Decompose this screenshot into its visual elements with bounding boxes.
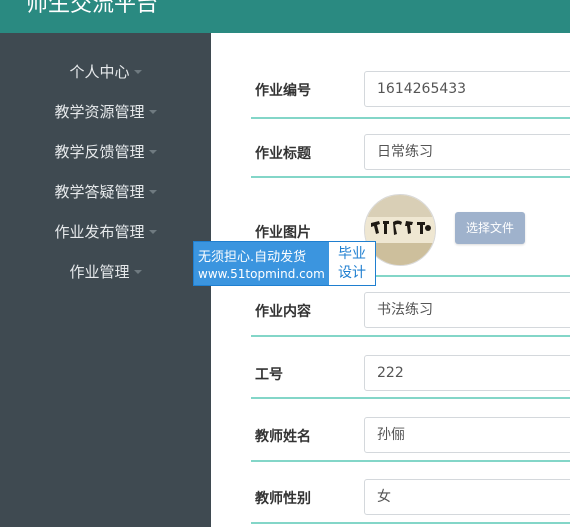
sidebar-item-personal-center[interactable]: 个人中心	[0, 51, 211, 91]
homework-no-label: 作业编号	[255, 83, 311, 99]
teacher-gender-label: 教师性别	[255, 491, 311, 507]
watermark-line1: 无须担心.自动发货	[198, 250, 307, 265]
chevron-down-icon	[148, 189, 157, 194]
sidebar-item-label: 教学反馈管理	[54, 142, 145, 161]
staff-no-label: 工号	[255, 367, 283, 383]
teacher-name-field[interactable]: 孙俪	[364, 417, 570, 453]
sidebar-item-homework-management[interactable]: 作业管理	[0, 251, 211, 291]
row-divider	[251, 117, 570, 119]
sidebar-item-label: 个人中心	[69, 62, 130, 81]
choose-file-button[interactable]: 选择文件	[455, 212, 525, 244]
homework-no-field[interactable]: 1614265433	[364, 71, 570, 107]
row-divider	[251, 460, 570, 462]
watermark-left: 无须担心.自动发货 www.51topmind.com	[194, 242, 329, 285]
chevron-down-icon	[148, 109, 157, 114]
row-divider	[251, 522, 570, 524]
chevron-down-icon	[148, 229, 157, 234]
teacher-gender-field[interactable]: 女	[364, 479, 570, 515]
sidebar-item-feedback-management[interactable]: 教学反馈管理	[0, 131, 211, 171]
row-divider	[251, 397, 570, 399]
row-divider	[251, 335, 570, 337]
sidebar-item-label: 作业发布管理	[54, 222, 145, 241]
homework-content-field[interactable]: 书法练习	[364, 292, 570, 328]
sidebar: 个人中心 教学资源管理 教学反馈管理 教学答疑管理 作业发布管理 作业管理	[0, 33, 211, 527]
staff-no-field[interactable]: 222	[364, 355, 570, 391]
watermark-right-line2: 设计	[338, 265, 366, 281]
sidebar-item-label: 教学资源管理	[54, 102, 145, 121]
watermark-line2: www.51topmind.com	[198, 267, 325, 281]
chevron-down-icon	[148, 149, 157, 154]
sidebar-item-label: 教学答疑管理	[54, 182, 145, 201]
sidebar-item-label: 作业管理	[69, 262, 130, 281]
homework-content-label: 作业内容	[255, 304, 311, 320]
watermark-right: 毕业 设计	[329, 242, 375, 285]
teacher-name-label: 教师姓名	[255, 429, 311, 445]
row-divider	[251, 176, 570, 178]
top-header: 师生交流平台	[0, 0, 570, 33]
homework-title-label: 作业标题	[255, 146, 311, 162]
chevron-down-icon	[133, 269, 142, 274]
watermark-right-line1: 毕业	[338, 246, 366, 262]
homework-image-label: 作业图片	[255, 225, 311, 241]
watermark-banner: 无须担心.自动发货 www.51topmind.com 毕业 设计	[193, 241, 376, 286]
app-title: 师生交流平台	[26, 0, 159, 17]
sidebar-item-homework-publish[interactable]: 作业发布管理	[0, 211, 211, 251]
sidebar-item-qa-management[interactable]: 教学答疑管理	[0, 171, 211, 211]
sidebar-item-resource-management[interactable]: 教学资源管理	[0, 91, 211, 131]
homework-title-field[interactable]: 日常练习	[364, 134, 570, 170]
chevron-down-icon	[133, 69, 142, 74]
